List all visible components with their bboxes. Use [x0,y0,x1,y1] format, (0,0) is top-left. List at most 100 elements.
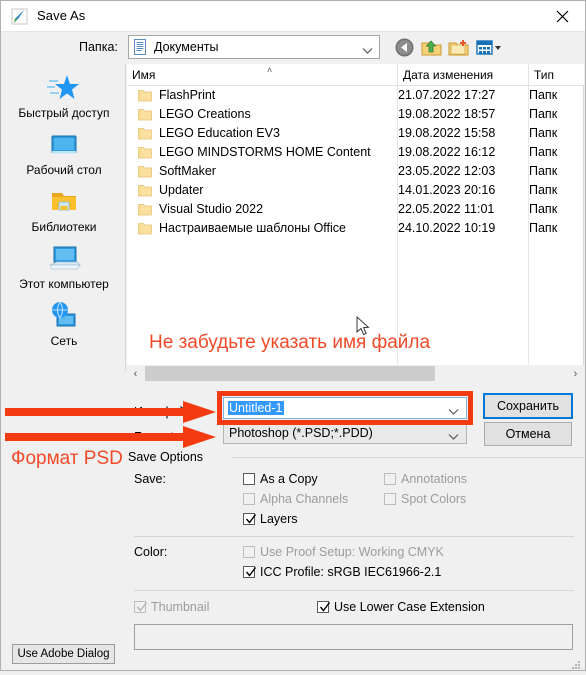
column-header-type[interactable]: Тип [529,64,584,85]
preview-field[interactable] [134,624,573,650]
file-rows: FlashPrint 21.07.2022 17:27 Папк LEGO Cr… [127,86,584,238]
checkbox-label: Annotations [401,472,468,486]
annotation-highlight-box [217,391,473,425]
places-sidebar: Быстрый доступ Рабочий стол Библиотеки Э… [2,64,126,371]
file-name: Visual Studio 2022 [159,202,264,216]
desktop-icon [2,127,126,163]
save-options-panel: Save Options Save: As a Copy Alpha Chann… [127,448,584,623]
scroll-right-icon[interactable]: › [567,365,584,382]
column-header-date[interactable]: Дата изменения [398,64,529,85]
up-folder-icon[interactable] [421,37,442,58]
check-icon [318,600,332,619]
table-row[interactable]: Настраиваемые шаблоны Office 24.10.2022 … [127,219,584,238]
file-date: 19.08.2022 18:57 [398,107,496,121]
table-row[interactable]: SoftMaker 23.05.2022 12:03 Папк [127,162,584,181]
new-folder-icon[interactable] [448,37,469,58]
folder-combobox-value: Документы [154,40,219,54]
table-row[interactable]: LEGO Education EV3 19.08.2022 15:58 Папк [127,124,584,143]
sidebar-item-libraries[interactable]: Библиотеки [2,184,126,241]
divider [134,536,574,537]
table-row[interactable]: Visual Studio 2022 22.05.2022 11:01 Папк [127,200,584,219]
path-label: Папка: [79,40,118,54]
file-name: LEGO Creations [159,107,251,121]
checkbox-label: Use Proof Setup: Working CMYK [260,545,444,559]
cancel-button[interactable]: Отмена [484,422,572,446]
check-icon [135,600,149,619]
folder-icon [138,89,152,102]
file-name: Настраиваемые шаблоны Office [159,221,346,235]
folder-icon [138,165,152,178]
resize-grip[interactable] [571,657,581,669]
table-row[interactable]: FlashPrint 21.07.2022 17:27 Папк [127,86,584,105]
file-type: Папк [529,126,558,140]
save-button[interactable]: Сохранить [483,393,573,419]
checkbox-box [384,493,396,505]
documents-folder-icon [133,39,148,56]
sidebar-item-label: Быстрый доступ [18,106,110,120]
checkbox-box [384,473,396,485]
table-row[interactable]: LEGO MINDSTORMS HOME Content 19.08.2022 … [127,143,584,162]
views-icon[interactable] [475,37,503,58]
scrollbar-thumb[interactable] [145,366,435,381]
save-label: Save: [134,472,166,486]
scroll-left-icon[interactable]: ‹ [127,365,144,382]
file-date: 19.08.2022 16:12 [398,145,496,159]
photoshop-feather-icon [11,8,28,25]
folder-icon [138,222,152,235]
sidebar-item-network[interactable]: Сеть [2,298,126,355]
mouse-cursor [356,315,372,343]
annotation-note-filename: Не забудьте указать имя файла [149,332,431,353]
checkbox-label: Thumbnail [151,600,210,614]
table-row[interactable]: LEGO Creations 19.08.2022 18:57 Папк [127,105,584,124]
checkbox-box [243,473,255,485]
file-type: Папк [529,221,558,235]
use-adobe-dialog-button[interactable]: Use Adobe Dialog [12,644,115,664]
close-button[interactable] [540,1,585,31]
file-name: FlashPrint [159,88,216,102]
color-label: Color: [134,545,168,559]
checkbox-box [243,493,255,505]
file-name: SoftMaker [159,164,216,178]
file-date: 22.05.2022 11:01 [398,202,495,216]
column-header-name[interactable]: Имя ˄ [127,64,398,85]
checkbox-box [243,546,255,558]
window-title: Save As [37,8,86,23]
this-pc-icon [2,241,126,277]
divider [134,590,574,591]
file-name: LEGO MINDSTORMS HOME Content [159,145,371,159]
title-bar: Save As [1,1,585,32]
sidebar-item-label: Библиотеки [31,220,97,234]
table-row[interactable]: Updater 14.01.2023 20:16 Папк [127,181,584,200]
file-date: 19.08.2022 15:58 [398,126,496,140]
back-icon[interactable] [394,37,415,58]
path-row: Папка: Документы [1,32,585,64]
file-name: LEGO Education EV3 [159,126,280,140]
file-type: Папк [529,107,558,121]
sidebar-item-label: Этот компьютер [19,277,109,291]
sidebar-item-this-pc[interactable]: Этот компьютер [2,241,126,298]
horizontal-scrollbar[interactable]: ‹ › [127,365,584,382]
chevron-down-icon [362,42,373,60]
checkbox-label: As a Copy [260,472,318,486]
format-value: Photoshop (*.PSD;*.PDD) [229,426,373,440]
format-select[interactable]: Photoshop (*.PSD;*.PDD) [223,422,467,444]
quick-access-star-icon [2,70,126,106]
checkbox-label: Layers [260,512,298,526]
check-icon [244,565,258,584]
sidebar-item-desktop[interactable]: Рабочий стол [2,127,126,184]
libraries-folder-icon [2,184,126,220]
file-date: 21.07.2022 17:27 [398,88,496,102]
sidebar-item-quick-access[interactable]: Быстрый доступ [2,70,126,127]
sidebar-item-label: Сеть [50,334,78,348]
folder-combobox[interactable]: Документы [128,35,380,59]
file-type: Папк [529,202,558,216]
folder-icon [138,108,152,121]
annotation-arrow-format [5,424,217,455]
close-icon [556,10,569,22]
file-type: Папк [529,183,558,197]
sort-ascending-icon: ˄ [267,65,273,75]
checkbox-label: Spot Colors [401,492,467,506]
file-date: 23.05.2022 12:03 [398,164,496,178]
chevron-down-icon[interactable] [448,428,459,446]
save-as-dialog: Save As Папка: Документы Быстрый доступ … [0,0,586,671]
